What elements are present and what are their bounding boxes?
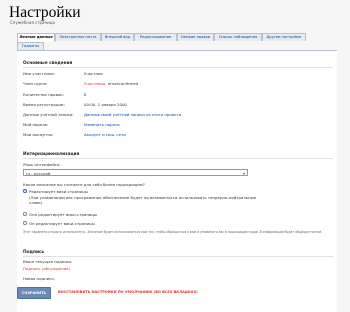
tab-watchlist[interactable]: Список наблюдения (214, 33, 262, 41)
gender-option-female-label: Она редактирует вики-страницы (29, 212, 98, 217)
preferences-panel (17, 50, 337, 312)
row-value-groups: Участники, emailconfirmed (84, 81, 138, 86)
row-label-registration: Время регистрации: (23, 102, 65, 107)
language-select-value: ru - русский (26, 171, 51, 176)
tab-gadgets[interactable]: Гаджеты (17, 42, 44, 50)
groups-rest: , emailconfirmed (105, 81, 139, 86)
row-value-account-data[interactable]: Данные моей учётной записи из этого прое… (84, 112, 181, 117)
gender-option-neutral-label: Редактирует вики-страницы (29, 189, 88, 194)
reset-defaults-link[interactable]: ВОССТАНОВИТЬ НАСТРОЙКИ ПО УМОЛЧАНИЮ (ВО … (58, 290, 198, 294)
change-password-link[interactable]: Изменить пароль (84, 122, 120, 127)
row-value-edit-count[interactable]: 8 (84, 92, 86, 97)
section-title-signature: Подпись (23, 250, 45, 255)
save-button[interactable]: СОХРАНИТЬ (17, 287, 51, 299)
gender-help-text: Этот параметр открыто используется. Знач… (23, 230, 323, 234)
section-title-basic: Основные сведения (23, 61, 73, 66)
tab-editing[interactable]: Редактирование (134, 33, 177, 41)
row-label-accounts: Мои аккаунты: (23, 132, 54, 137)
section-divider (23, 256, 333, 257)
signature-link[interactable]: Подпись (23, 266, 41, 271)
tab-email[interactable]: Электронная почта (55, 33, 101, 41)
gender-radio-neutral[interactable] (23, 189, 27, 193)
tab-appearance[interactable]: Внешний вид (101, 33, 134, 41)
language-label: Язык интерфейса: (23, 162, 61, 167)
gender-question: Какое описание вы считаете для себя боле… (23, 182, 145, 187)
groups-link[interactable]: Участники (84, 81, 105, 86)
tab-other[interactable]: Другие настройки (262, 33, 306, 41)
signature-current-label: Ваша текущая подпись: (23, 259, 73, 264)
section-divider (23, 67, 333, 68)
preferences-tabs: Личные данные Электронная почта Внешний … (17, 33, 337, 50)
signature-current-value: Подпись (обсуждение) (23, 266, 70, 271)
row-value-registration: 00:00, 1 января 2000 (84, 102, 127, 107)
signature-talk-link[interactable]: (обсуждение) (42, 266, 70, 271)
gender-radio-male[interactable] (23, 221, 27, 225)
signature-new-label: Новая подпись: (23, 276, 55, 281)
accounts-link[interactable]: Аккаунт и сеш. сети (84, 132, 126, 137)
chevron-down-icon: ▾ (242, 171, 245, 176)
language-select[interactable]: ru - русский ▾ (23, 169, 248, 176)
row-label-edit-count: Количество правок: (23, 92, 64, 97)
tab-personal[interactable]: Личные данные (17, 33, 55, 42)
gender-radio-female[interactable] (23, 212, 27, 216)
row-label-account-data: Данные учётной записи: (23, 112, 74, 117)
gender-option-neutral-detail: (При упоминании вас программное обеспече… (29, 195, 257, 205)
row-label-password: Мой пароль: (23, 122, 49, 127)
gender-option-male-label: Он редактирует вики-страницы (29, 221, 95, 226)
page-subtitle: Служебная страница (10, 20, 55, 25)
row-label-username: Имя участника: (23, 71, 55, 76)
section-divider (23, 158, 333, 159)
row-value-username: Участник (84, 71, 103, 76)
row-label-groups: Член групп: (23, 81, 48, 86)
tab-recent-changes[interactable]: Свежие правки (177, 33, 214, 41)
section-title-i18n: Интернационализация (23, 152, 80, 157)
